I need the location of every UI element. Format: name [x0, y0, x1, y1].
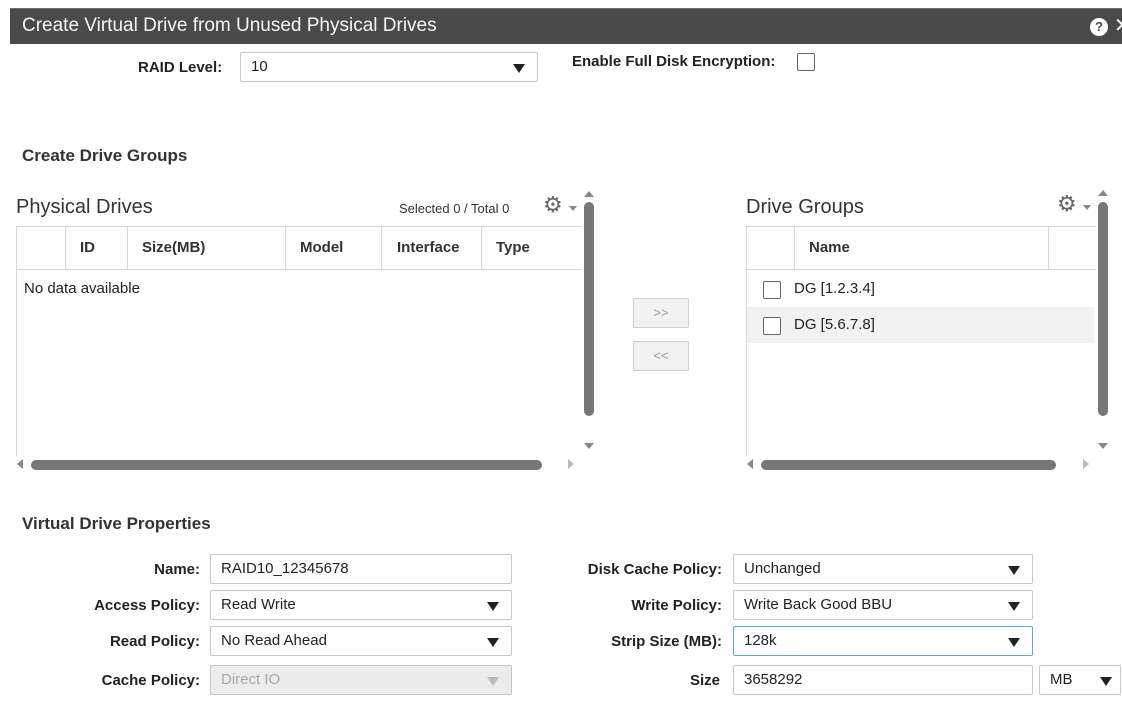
disk-cache-policy-label: Disk Cache Policy:	[587, 561, 722, 578]
scroll-up-icon[interactable]	[584, 191, 594, 197]
scroll-down-icon[interactable]	[1098, 443, 1108, 449]
column-header-size[interactable]: Size(MB)	[142, 239, 205, 256]
close-icon[interactable]: ✕	[1114, 14, 1122, 38]
chevron-down-icon	[1008, 638, 1020, 647]
physical-drives-grid: ID Size(MB) Model Interface Type No data…	[16, 226, 581, 456]
scroll-left-icon[interactable]	[747, 459, 753, 469]
drive-group-name: DG [5.6.7.8]	[794, 316, 875, 333]
raid-level-label: RAID Level:	[138, 59, 223, 76]
drive-groups-vscroll[interactable]	[1098, 202, 1108, 416]
drive-groups-grid: Name DG [1.2.3.4] DG [5.6.7.8]	[746, 226, 1095, 456]
create-drive-groups-heading: Create Drive Groups	[22, 146, 188, 165]
cache-policy-value: Direct IO	[221, 671, 281, 688]
strip-size-label: Strip Size (MB):	[611, 633, 722, 650]
read-policy-select[interactable]: No Read Ahead	[210, 626, 512, 656]
drive-groups-hscroll[interactable]	[761, 460, 1056, 470]
column-header-model[interactable]: Model	[300, 239, 343, 256]
raid-level-select[interactable]: 10	[240, 52, 538, 82]
column-separator	[65, 227, 66, 270]
chevron-down-icon	[487, 638, 499, 647]
drive-group-name: DG [1.2.3.4]	[794, 280, 875, 297]
drive-group-row[interactable]: DG [5.6.7.8]	[747, 307, 1094, 343]
chevron-down-icon	[1008, 566, 1020, 575]
access-policy-value: Read Write	[221, 596, 296, 613]
help-icon[interactable]: ?	[1090, 18, 1108, 36]
chevron-down-icon[interactable]	[569, 206, 577, 211]
access-policy-select[interactable]: Read Write	[210, 590, 512, 620]
physical-drives-vscroll[interactable]	[584, 202, 594, 416]
physical-drives-hscroll[interactable]	[31, 460, 542, 470]
disk-cache-policy-select[interactable]: Unchanged	[733, 554, 1033, 584]
name-input[interactable]: RAID10_12345678	[210, 554, 512, 584]
column-separator	[285, 227, 286, 270]
selection-status: Selected 0 / Total 0	[399, 201, 510, 216]
access-policy-label: Access Policy:	[94, 597, 200, 614]
strip-size-select[interactable]: 128k	[733, 626, 1033, 656]
row-checkbox[interactable]	[763, 281, 781, 299]
scroll-right-icon[interactable]	[1083, 459, 1089, 469]
virtual-drive-properties-heading: Virtual Drive Properties	[22, 514, 211, 533]
empty-message: No data available	[24, 280, 140, 297]
title-bar: Create Virtual Drive from Unused Physica…	[0, 0, 1122, 44]
chevron-down-icon	[513, 64, 525, 73]
column-header-name[interactable]: Name	[809, 239, 850, 256]
add-to-group-button[interactable]: >>	[633, 298, 689, 328]
drive-groups-header: Name	[747, 226, 1095, 270]
write-policy-select[interactable]: Write Back Good BBU	[733, 590, 1033, 620]
size-input[interactable]: 3658292	[733, 665, 1033, 695]
size-unit-value: MB	[1050, 671, 1073, 688]
chevron-down-icon	[487, 677, 499, 686]
disk-cache-policy-value: Unchanged	[744, 560, 821, 577]
read-policy-label: Read Policy:	[109, 633, 200, 650]
write-policy-label: Write Policy:	[631, 597, 722, 614]
column-separator	[794, 227, 795, 270]
encryption-label: Enable Full Disk Encryption:	[572, 53, 776, 70]
name-label: Name:	[154, 561, 200, 578]
raid-level-value: 10	[251, 58, 268, 75]
drive-groups-title: Drive Groups	[746, 196, 864, 218]
write-policy-value: Write Back Good BBU	[744, 596, 893, 613]
chevron-down-icon	[487, 602, 499, 611]
column-separator	[381, 227, 382, 270]
scroll-left-icon[interactable]	[17, 459, 23, 469]
encryption-checkbox[interactable]	[797, 53, 815, 71]
scroll-down-icon[interactable]	[584, 443, 594, 449]
chevron-down-icon[interactable]	[1083, 205, 1091, 210]
gear-icon[interactable]: ⚙	[543, 194, 563, 216]
column-separator	[481, 227, 482, 270]
size-label: Size	[689, 672, 720, 689]
scroll-up-icon[interactable]	[1098, 190, 1108, 196]
size-unit-select[interactable]: MB	[1039, 665, 1121, 695]
window-title: Create Virtual Drive from Unused Physica…	[22, 15, 437, 36]
column-header-id[interactable]: ID	[80, 239, 95, 256]
row-checkbox[interactable]	[763, 317, 781, 335]
column-separator	[1048, 227, 1049, 270]
scroll-right-icon[interactable]	[568, 459, 574, 469]
read-policy-value: No Read Ahead	[221, 632, 327, 649]
column-separator	[127, 227, 128, 270]
strip-size-value: 128k	[744, 632, 777, 649]
physical-drives-title: Physical Drives	[16, 196, 153, 218]
drive-group-row[interactable]: DG [1.2.3.4]	[747, 271, 1094, 307]
column-header-interface[interactable]: Interface	[397, 239, 460, 256]
column-header-type[interactable]: Type	[496, 239, 530, 256]
physical-drives-header: ID Size(MB) Model Interface Type	[17, 226, 581, 270]
title-bar-inner: Create Virtual Drive from Unused Physica…	[10, 8, 1122, 44]
cache-policy-select: Direct IO	[210, 665, 512, 695]
chevron-down-icon	[1008, 602, 1020, 611]
cache-policy-label: Cache Policy:	[101, 672, 200, 689]
remove-from-group-button[interactable]: <<	[633, 341, 689, 371]
gear-icon[interactable]: ⚙	[1057, 193, 1077, 215]
chevron-down-icon	[1100, 677, 1112, 686]
